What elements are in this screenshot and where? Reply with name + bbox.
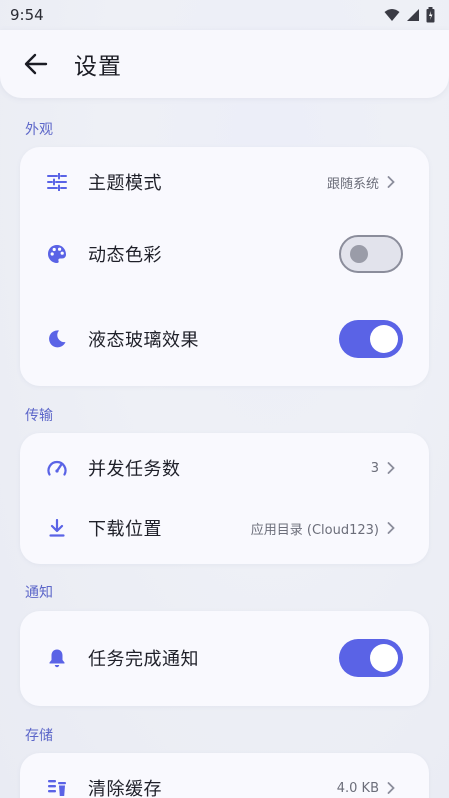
liquid-glass-label: 液态玻璃效果	[88, 330, 199, 351]
theme-mode-value: 跟随系统	[326, 176, 379, 192]
chevron-right-icon	[387, 461, 397, 475]
concurrency-row[interactable]: 并发任务数 3	[20, 438, 429, 498]
app-bar: 设置	[0, 30, 449, 98]
tune-icon	[47, 172, 67, 192]
section-title-storage: 存储	[25, 728, 53, 744]
concurrency-value: 3	[370, 460, 379, 476]
dynamic-color-toggle[interactable]	[339, 235, 403, 273]
wifi-icon	[384, 9, 400, 21]
speedometer-icon	[47, 458, 67, 478]
page-title: 设置	[74, 54, 122, 80]
chevron-right-icon	[387, 175, 397, 189]
clear-cache-value: 4.0 KB	[336, 780, 379, 796]
dynamic-color-row: 动态色彩	[20, 224, 429, 284]
transfer-card: 并发任务数 3 下载位置 应用目录 (Cloud123)	[20, 433, 429, 564]
storage-card: 清除缓存 4.0 KB	[20, 753, 429, 798]
clear-cache-label: 清除缓存	[88, 779, 162, 798]
status-bar: 9:54	[0, 0, 449, 30]
chevron-right-icon	[387, 521, 397, 535]
theme-mode-label: 主题模式	[88, 173, 162, 194]
arrow-left-icon	[24, 53, 48, 75]
download-location-value: 应用目录 (Cloud123)	[250, 522, 379, 538]
task-complete-notify-label: 任务完成通知	[88, 649, 199, 670]
clear-all-icon	[47, 778, 67, 798]
signal-icon	[407, 9, 419, 21]
liquid-glass-row: 液态玻璃效果	[20, 309, 429, 369]
status-time: 9:54	[10, 6, 44, 24]
chevron-right-icon	[387, 781, 397, 795]
concurrency-label: 并发任务数	[88, 459, 181, 480]
toggle-knob	[370, 644, 398, 672]
section-title-transfer: 传输	[25, 408, 53, 424]
theme-mode-row[interactable]: 主题模式 跟随系统	[20, 152, 429, 212]
battery-icon	[426, 7, 435, 23]
toggle-knob	[370, 325, 398, 353]
notification-card: 任务完成通知	[20, 611, 429, 706]
task-complete-notify-toggle[interactable]	[339, 639, 403, 677]
back-button[interactable]	[20, 48, 52, 80]
status-icons	[384, 7, 435, 23]
download-location-row[interactable]: 下载位置 应用目录 (Cloud123)	[20, 498, 429, 558]
section-title-notification: 通知	[25, 585, 53, 601]
palette-icon	[47, 244, 67, 264]
clear-cache-row[interactable]: 清除缓存 4.0 KB	[20, 758, 429, 798]
liquid-glass-toggle[interactable]	[339, 320, 403, 358]
bell-icon	[47, 648, 67, 668]
task-complete-notify-row: 任务完成通知	[20, 628, 429, 688]
section-title-appearance: 外观	[25, 122, 53, 138]
download-icon	[47, 518, 67, 538]
dynamic-color-label: 动态色彩	[88, 245, 162, 266]
toggle-knob	[350, 245, 368, 263]
appearance-card: 主题模式 跟随系统 动态色彩 液态玻璃效果	[20, 147, 429, 386]
moon-icon	[47, 329, 67, 349]
download-location-label: 下载位置	[88, 519, 162, 540]
